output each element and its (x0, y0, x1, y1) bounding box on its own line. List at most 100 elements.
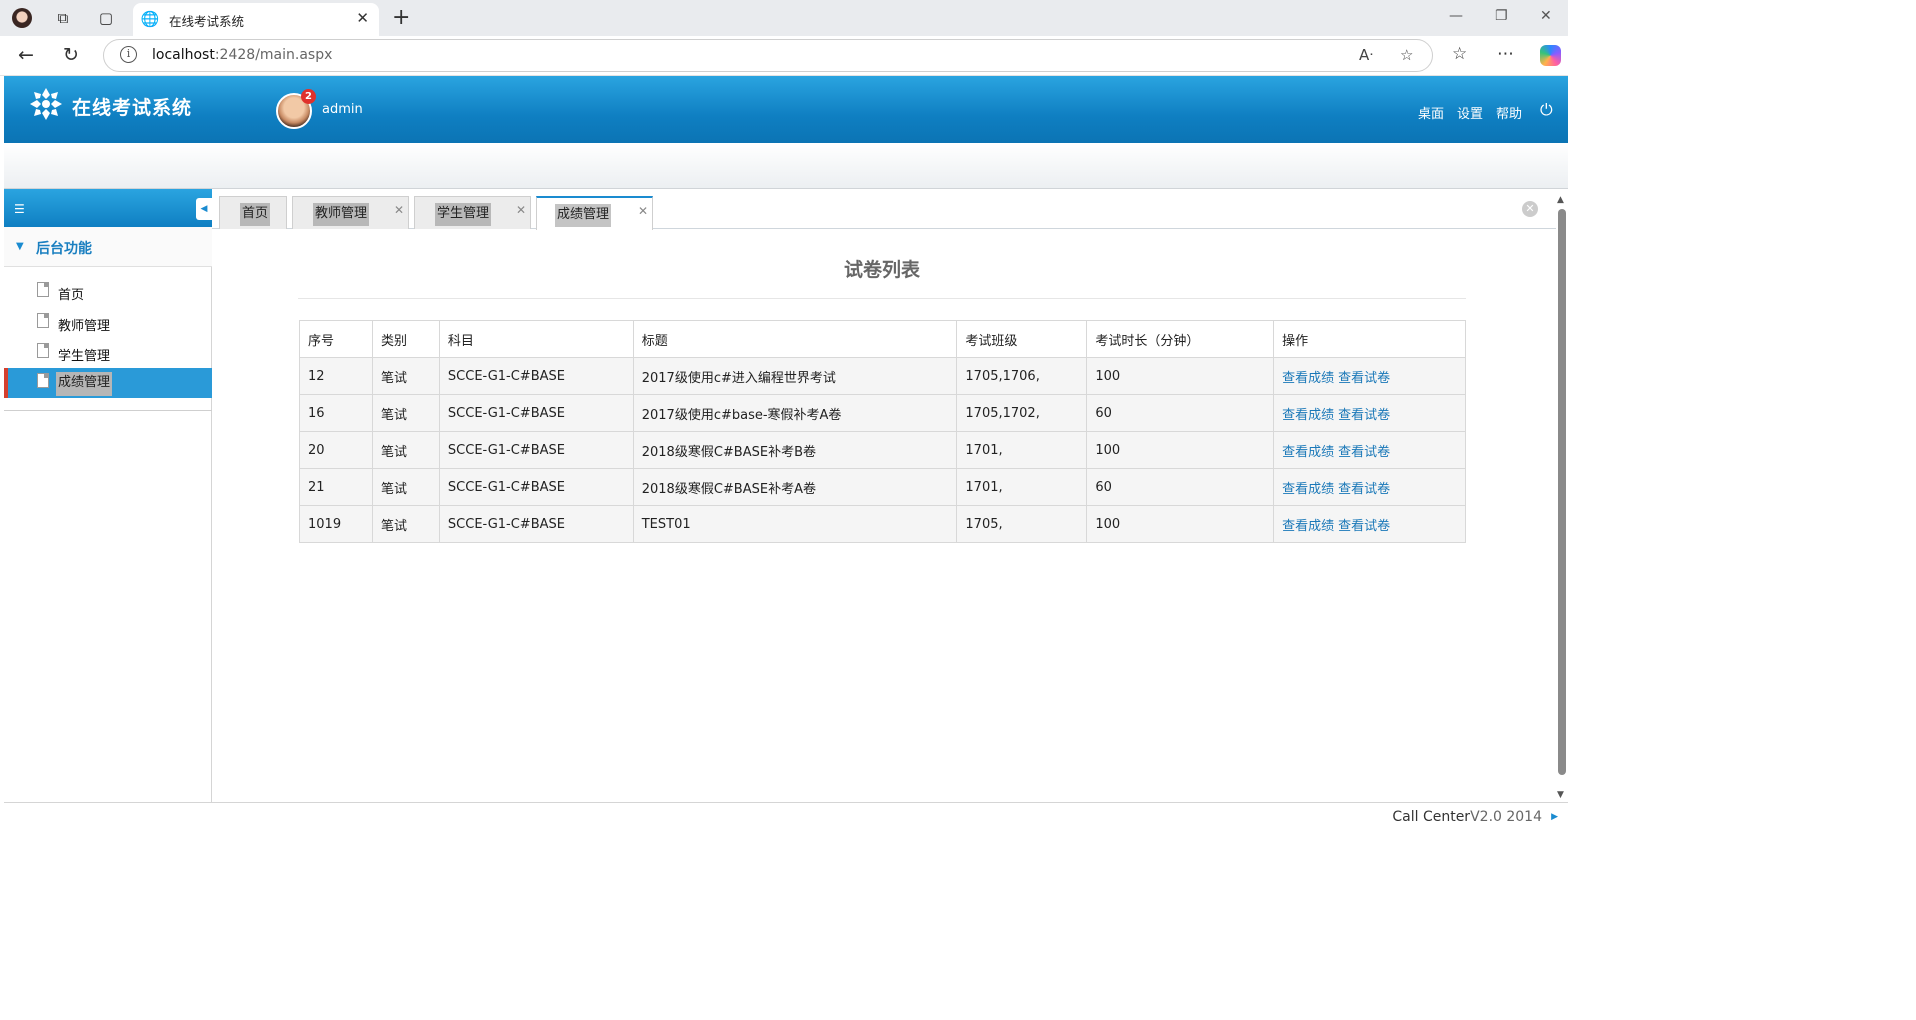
tab-teachers[interactable]: 教师管理 ✕ (292, 196, 409, 229)
sidebar-item-students[interactable]: 学生管理 (4, 338, 212, 368)
cell-title: 2017级使用c#进入编程世界考试 (632, 357, 958, 395)
cell-actions: 查看成绩 查看试卷 (1273, 431, 1466, 469)
cell-actions: 查看成绩 查看试卷 (1273, 357, 1466, 395)
table-header-row: 序号 类别 科目 标题 考试班级 考试时长（分钟） 操作 (299, 320, 1466, 358)
document-icon (37, 343, 49, 358)
sidebar-header: ☰ ◀ (4, 189, 212, 227)
tab-label: 成绩管理 (555, 204, 612, 227)
cell-id: 20 (299, 431, 373, 469)
notification-badge[interactable]: 2 (301, 89, 316, 104)
cell-title: 2017级使用c#base-寒假补考A卷 (632, 394, 958, 432)
cell-classes: 1705, (956, 505, 1088, 543)
cell-actions: 查看成绩 查看试卷 (1273, 505, 1466, 543)
cell-title: 2018级寒假C#BASE补考B卷 (632, 431, 958, 469)
table-row: 12 笔试 SCCE-G1-C#BASE 2017级使用c#进入编程世界考试 1… (299, 357, 1466, 395)
tab-label: 首页 (240, 203, 271, 226)
cell-subject: SCCE-G1-C#BASE (438, 505, 634, 543)
view-score-link[interactable]: 查看成绩 (1282, 482, 1334, 497)
refresh-icon[interactable]: ↻ (63, 44, 79, 66)
close-tab-icon[interactable]: ✕ (638, 204, 648, 218)
collapse-sidebar-icon[interactable]: ◀ (196, 198, 212, 220)
content-tab-strip: 首页 教师管理 ✕ 学生管理 ✕ 成绩管理 ✕ (212, 189, 1556, 230)
sidebar-item-label: 首页 (58, 288, 85, 303)
close-tab-icon[interactable]: ✕ (356, 9, 369, 27)
new-tab-icon[interactable]: + (392, 5, 410, 30)
globe-icon: 🌐 (140, 10, 160, 28)
nav-help[interactable]: 帮助 (1496, 103, 1522, 122)
view-paper-link[interactable]: 查看试卷 (1338, 445, 1390, 460)
close-window-icon[interactable]: ✕ (1540, 8, 1552, 24)
close-all-tabs-icon[interactable]: ✕ (1522, 201, 1538, 217)
cell-duration: 100 (1086, 431, 1275, 469)
power-icon[interactable]: ⏻ (1540, 100, 1553, 120)
tab-home[interactable]: 首页 (219, 196, 287, 229)
view-paper-link[interactable]: 查看试卷 (1338, 371, 1390, 386)
view-score-link[interactable]: 查看成绩 (1282, 519, 1334, 534)
cell-subject: SCCE-G1-C#BASE (438, 468, 634, 506)
nav-settings[interactable]: 设置 (1457, 103, 1483, 122)
minimize-icon[interactable]: — (1449, 8, 1463, 24)
footer-product: Call Center (1392, 809, 1471, 825)
cell-duration: 100 (1086, 505, 1275, 543)
browser-tab-active[interactable]: 🌐 在线考试系统 ✕ (133, 3, 379, 36)
favorites-icon[interactable]: ☆ (1452, 44, 1467, 64)
cell-classes: 1705,1702, (956, 394, 1088, 432)
vertical-tabs-icon[interactable]: ▢ (96, 8, 116, 28)
cell-type: 笔试 (371, 431, 440, 469)
cell-type: 笔试 (371, 394, 440, 432)
tab-students[interactable]: 学生管理 ✕ (414, 196, 531, 229)
view-score-link[interactable]: 查看成绩 (1282, 371, 1334, 386)
scroll-up-icon[interactable]: ▲ (1557, 195, 1564, 205)
read-aloud-icon[interactable]: Aᐧ (1359, 46, 1373, 64)
close-tab-icon[interactable]: ✕ (394, 203, 404, 217)
cell-actions: 查看成绩 查看试卷 (1273, 468, 1466, 506)
cell-id: 12 (299, 357, 373, 395)
column-header: 考试班级 (956, 320, 1088, 358)
view-paper-link[interactable]: 查看试卷 (1338, 408, 1390, 423)
app-title: 在线考试系统 (72, 97, 193, 119)
view-paper-link[interactable]: 查看试卷 (1338, 482, 1390, 497)
sidebar-divider (4, 410, 212, 411)
footer: Call CenterV2.0 2014 ▶ (4, 802, 1568, 835)
footer-text: Call CenterV2.0 2014 (1392, 809, 1542, 825)
workspaces-icon[interactable]: ⧉ (53, 8, 73, 28)
table-row: 1019 笔试 SCCE-G1-C#BASE TEST01 1705, 100 … (299, 505, 1466, 543)
more-icon[interactable]: ⋯ (1497, 44, 1514, 64)
view-score-link[interactable]: 查看成绩 (1282, 408, 1334, 423)
cell-type: 笔试 (371, 357, 440, 395)
cell-classes: 1705,1706, (956, 357, 1088, 395)
copilot-icon[interactable] (1540, 45, 1561, 66)
view-score-link[interactable]: 查看成绩 (1282, 445, 1334, 460)
url-text: localhost:2428/main.aspx (152, 47, 333, 63)
document-icon (37, 373, 49, 388)
vertical-scrollbar[interactable]: ▲ ▼ (1556, 195, 1568, 800)
sidebar-section-title: 后台功能 (36, 241, 92, 257)
address-input[interactable]: i localhost:2428/main.aspx Aᐧ ☆ (103, 39, 1433, 72)
view-paper-link[interactable]: 查看试卷 (1338, 519, 1390, 534)
username[interactable]: admin (322, 102, 363, 117)
browser-tab-title: 在线考试系统 (169, 14, 245, 29)
tab-scores[interactable]: 成绩管理 ✕ (536, 196, 653, 230)
nav-desktop[interactable]: 桌面 (1418, 103, 1444, 122)
footer-arrow-icon[interactable]: ▶ (1551, 812, 1558, 822)
sidebar-item-scores[interactable]: 成绩管理 (4, 368, 212, 398)
close-tab-icon[interactable]: ✕ (516, 203, 526, 217)
scrollbar-thumb[interactable] (1558, 209, 1566, 775)
sidebar-item-teachers[interactable]: 教师管理 (4, 308, 212, 338)
document-icon (37, 313, 49, 328)
list-icon[interactable]: ☰ (14, 202, 25, 216)
exam-paper-table: 序号 类别 科目 标题 考试班级 考试时长（分钟） 操作 12 笔试 SCCE-… (299, 320, 1466, 543)
sidebar-item-home[interactable]: 首页 (4, 277, 212, 307)
back-icon[interactable]: ← (18, 44, 34, 66)
profile-avatar-icon[interactable] (12, 8, 32, 28)
cell-duration: 60 (1086, 468, 1275, 506)
favorite-star-icon[interactable]: ☆ (1400, 46, 1413, 64)
sidebar-section[interactable]: ▼ 后台功能 (4, 227, 212, 267)
site-info-icon[interactable]: i (120, 46, 137, 63)
header-subbar (4, 143, 1568, 189)
scroll-down-icon[interactable]: ▼ (1557, 790, 1564, 800)
address-toolbar: ← ↻ i localhost:2428/main.aspx Aᐧ ☆ (0, 36, 1568, 76)
footer-version: V2.0 2014 (1470, 809, 1542, 825)
restore-icon[interactable]: ❐ (1495, 8, 1508, 24)
cell-classes: 1701, (956, 468, 1088, 506)
